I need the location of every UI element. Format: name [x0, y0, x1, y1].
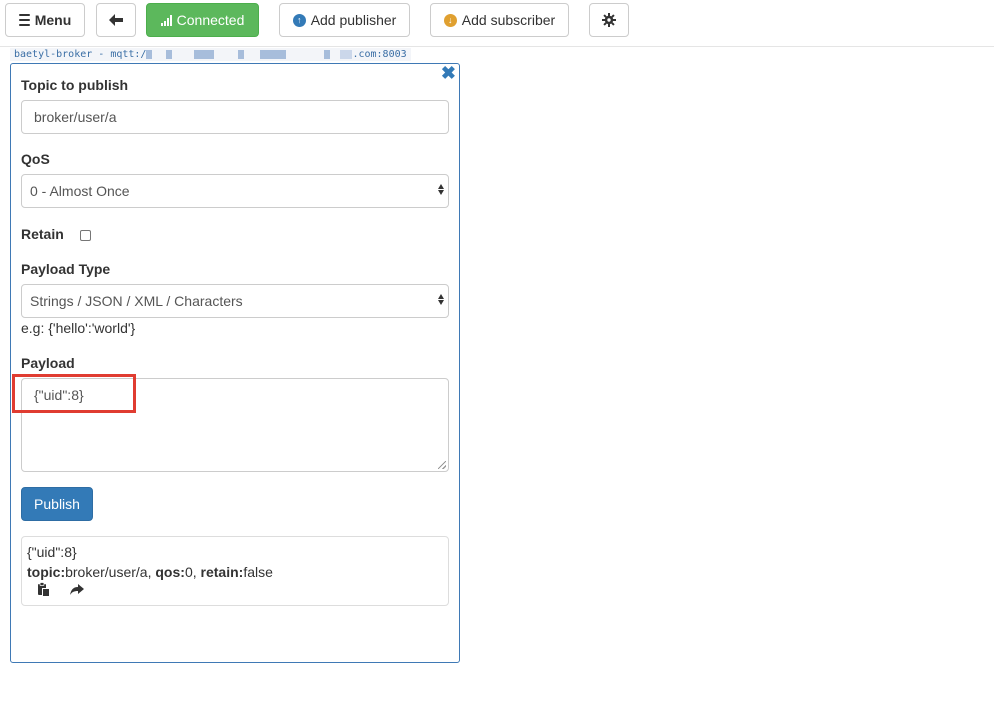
retain-label: Retain [21, 226, 64, 242]
message-payload: {"uid":8} [27, 544, 77, 560]
circle-arrow-up-icon: ↑ [292, 13, 306, 27]
arrow-left-icon [109, 14, 123, 26]
qos-label: QoS [21, 151, 50, 167]
qos-select[interactable]: 0 - Almost Once [21, 174, 449, 208]
select-arrows-icon [438, 184, 444, 195]
qos-select-value: 0 - Almost Once [30, 183, 130, 199]
connected-status-button[interactable]: Connected [146, 3, 259, 37]
menu-button[interactable]: Menu [5, 3, 85, 37]
top-toolbar: Menu Connected ↑ Add publisher ↓ Add sub… [0, 0, 994, 47]
menu-button-label: Menu [34, 12, 72, 28]
payload-type-select[interactable]: Strings / JSON / XML / Characters [21, 284, 449, 318]
payload-type-label: Payload Type [21, 261, 111, 277]
connection-suffix: .com:8003 [352, 49, 407, 60]
publisher-panel: ✖ Topic to publish broker/user/a QoS 0 -… [10, 63, 460, 663]
connection-breadcrumb: baetyl-broker - mqtt:/ .com:8003 [10, 48, 411, 61]
select-arrows-icon [438, 294, 444, 305]
resize-handle[interactable] [438, 461, 446, 469]
publish-button[interactable]: Publish [21, 487, 93, 521]
share-icon[interactable] [70, 582, 84, 596]
add-publisher-label: Add publisher [310, 12, 397, 28]
retain-value: false [243, 564, 273, 580]
published-message-card: {"uid":8} topic:broker/user/a, qos:0, re… [21, 536, 449, 606]
connected-label: Connected [176, 12, 245, 28]
payload-hint: e.g: {'hello':'world'} [21, 320, 136, 336]
add-subscriber-button[interactable]: ↓ Add subscriber [430, 3, 569, 37]
payload-type-value: Strings / JSON / XML / Characters [30, 293, 243, 309]
hamburger-icon [18, 14, 30, 26]
qos-value: 0 [184, 564, 193, 580]
settings-button[interactable] [589, 3, 629, 37]
gear-icon [602, 13, 616, 27]
clipboard-icon[interactable] [36, 582, 50, 596]
close-icon[interactable]: ✖ [441, 64, 456, 82]
signal-icon [160, 14, 172, 26]
message-meta: topic:broker/user/a, qos:0, retain:false [27, 564, 273, 580]
payload-highlight-annotation [12, 374, 136, 413]
topic-label: Topic to publish [21, 77, 129, 93]
redacted-host [146, 49, 353, 59]
topic-key: topic: [27, 564, 66, 580]
back-button[interactable] [96, 3, 136, 37]
retain-key: retain: [200, 564, 244, 580]
topic-input-value: broker/user/a [34, 109, 117, 125]
add-publisher-button[interactable]: ↑ Add publisher [279, 3, 410, 37]
message-actions [36, 582, 84, 596]
topic-value: broker/user/a [65, 564, 148, 580]
add-subscriber-label: Add subscriber [461, 12, 556, 28]
topic-input[interactable]: broker/user/a [21, 100, 449, 134]
circle-arrow-down-icon: ↓ [443, 13, 457, 27]
qos-key: qos: [155, 564, 185, 580]
payload-label: Payload [21, 355, 75, 371]
retain-checkbox[interactable] [80, 230, 91, 241]
connection-prefix: baetyl-broker - mqtt:/ [14, 49, 147, 60]
